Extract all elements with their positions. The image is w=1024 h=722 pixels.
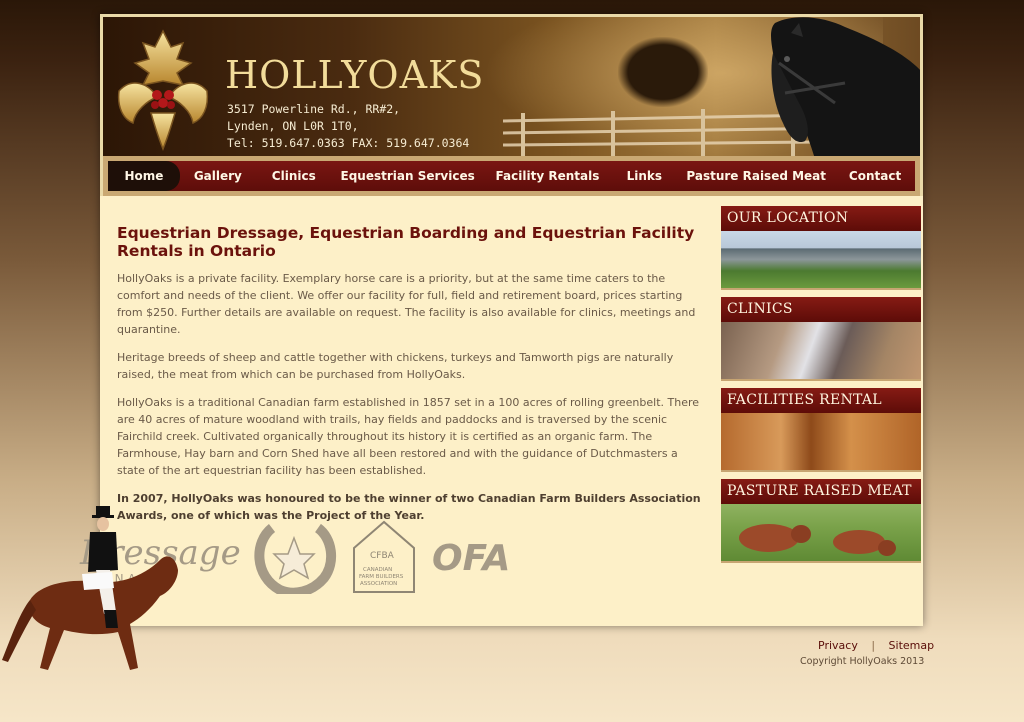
sidebar-heading[interactable]: CLINICS: [721, 297, 921, 322]
address-line-2: Lynden, ON L0R 1T0,: [227, 119, 359, 133]
nav-pasture-raised-meat[interactable]: Pasture Raised Meat: [677, 161, 835, 191]
nav-home[interactable]: Home: [108, 161, 180, 191]
heritage-paragraph: Heritage breeds of sheep and cattle toge…: [117, 351, 674, 381]
main-nav: Home Gallery Clinics Equestrian Services…: [108, 161, 915, 191]
copyright-text: Copyright HollyOaks 2013: [800, 656, 925, 667]
contact-line: Tel: 519.647.0363 FAX: 519.647.0364: [227, 136, 470, 150]
sitemap-link[interactable]: Sitemap: [889, 639, 935, 652]
privacy-link[interactable]: Privacy: [818, 639, 858, 652]
ofa-logo[interactable]: OFA: [432, 538, 510, 579]
intro-paragraph: HollyOaks is a private facility. Exempla…: [117, 272, 696, 336]
nav-clinics[interactable]: Clinics: [256, 161, 332, 191]
sidebar-pasture-raised-meat[interactable]: PASTURE RAISED MEAT: [721, 479, 921, 563]
sidebar-our-location[interactable]: OUR LOCATION: [721, 206, 921, 290]
sidebar-heading[interactable]: FACILITIES RENTAL: [721, 388, 921, 413]
horse-head-image: [771, 17, 920, 156]
cfba-line-3: ASSOCIATION: [360, 581, 397, 587]
history-paragraph: HollyOaks is a traditional Canadian farm…: [117, 396, 700, 477]
facilities-image[interactable]: [721, 413, 921, 472]
nav-equestrian-services[interactable]: Equestrian Services: [332, 161, 484, 191]
cfba-logo-text: CFBA: [370, 551, 395, 561]
sidebar-facilities-rental[interactable]: FACILITIES RENTAL: [721, 388, 921, 472]
sidebar: OUR LOCATION CLINICS FACILITIES RENTAL P…: [721, 206, 921, 570]
ofa-logo-text: OFA: [432, 538, 510, 579]
nav-facility-rentals[interactable]: Facility Rentals: [484, 161, 612, 191]
address-block: 3517 Powerline Rd., RR#2, Lynden, ON L0R…: [227, 101, 469, 152]
holly-leaf-logo: [117, 29, 209, 152]
clinics-image[interactable]: [721, 322, 921, 381]
footer-links: Privacy | Sitemap: [818, 639, 934, 652]
pigs-drawing: [739, 524, 896, 556]
nav-gallery[interactable]: Gallery: [180, 161, 256, 191]
horseshoe-logo[interactable]: [254, 523, 337, 594]
address-line-1: 3517 Powerline Rd., RR#2,: [227, 102, 401, 116]
sidebar-heading[interactable]: PASTURE RAISED MEAT: [721, 479, 921, 504]
location-image[interactable]: [721, 231, 921, 290]
brand-name: HOLLYOAKS: [225, 53, 485, 97]
dressage-rider-image: [2, 506, 179, 670]
nav-contact[interactable]: Contact: [835, 161, 915, 191]
sidebar-clinics[interactable]: CLINICS: [721, 297, 921, 381]
nav-bar: Home Gallery Clinics Equestrian Services…: [100, 156, 923, 196]
nav-links[interactable]: Links: [611, 161, 677, 191]
tree-silhouette: [618, 37, 708, 107]
main-content: Equestrian Dressage, Equestrian Boarding…: [117, 224, 701, 535]
site-header: HOLLYOAKS 3517 Powerline Rd., RR#2, Lynd…: [100, 14, 923, 156]
cfba-line-1: CANADIAN: [363, 567, 392, 573]
page-title: Equestrian Dressage, Equestrian Boarding…: [117, 224, 695, 260]
sidebar-heading[interactable]: OUR LOCATION: [721, 206, 921, 231]
cfba-line-2: FARM BUILDERS: [359, 574, 404, 580]
cfba-logo[interactable]: CFBA CANADIAN FARM BUILDERS ASSOCIATION: [353, 520, 415, 593]
footer-separator: |: [871, 639, 876, 652]
pigs-image[interactable]: [721, 504, 921, 563]
